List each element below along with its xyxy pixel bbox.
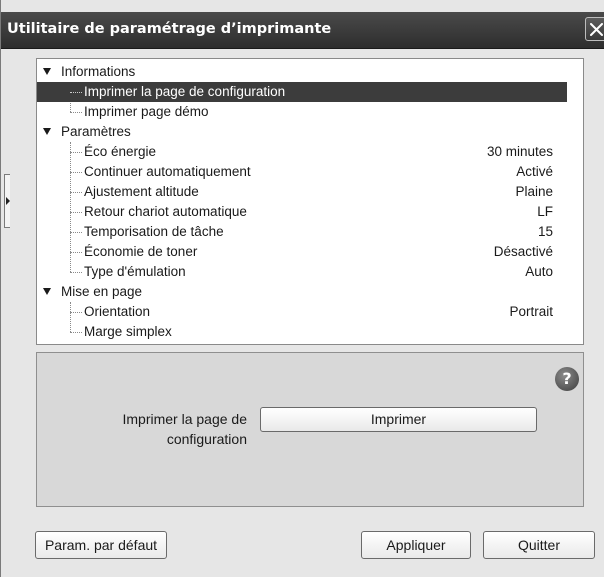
tree-connector: [70, 312, 82, 313]
tree-item[interactable]: Imprimer la page de configuration: [37, 82, 567, 102]
help-icon[interactable]: ?: [555, 367, 579, 391]
window-title: Utilitaire de paramétrage d’imprimante: [7, 21, 332, 37]
tree-connector: [70, 112, 82, 113]
tree-item[interactable]: Temporisation de tâche 15: [37, 222, 567, 242]
tree-connector: [70, 232, 82, 233]
tree-item-value: Portrait: [509, 304, 553, 319]
tree-connector: [70, 172, 82, 173]
panel-collapse-handle[interactable]: [4, 174, 10, 228]
settings-tree: Informations Imprimer la page de configur…: [36, 58, 584, 345]
tree-item[interactable]: Marge simplex: [37, 322, 567, 342]
print-button[interactable]: Imprimer: [260, 407, 537, 432]
close-icon: [590, 23, 603, 36]
tree-category-label: Mise en page: [61, 284, 143, 299]
tree-item-value: 15: [537, 224, 553, 239]
tree-connector: [70, 332, 82, 333]
tree-item-value: 30 minutes: [486, 144, 553, 159]
tree-item-label: Économie de toner: [84, 244, 198, 259]
expand-arrow-icon[interactable]: [43, 68, 51, 75]
tree-connector: [70, 92, 82, 93]
quit-button[interactable]: Quitter: [483, 531, 595, 559]
tree-connector: [70, 152, 82, 153]
tree-category-label: Informations: [61, 64, 136, 79]
tree-item[interactable]: Continuer automatiquement Activé: [37, 162, 567, 182]
tree-item-label: Imprimer page démo: [84, 104, 209, 119]
tree-item[interactable]: Ajustement altitude Plaine: [37, 182, 567, 202]
action-label: Imprimer la page de configuration: [122, 411, 247, 447]
tree-connector: [70, 252, 82, 253]
tree-category[interactable]: Paramètres: [37, 122, 567, 142]
tree-item[interactable]: Retour chariot automatique LF: [37, 202, 567, 222]
tree-category[interactable]: Mise en page: [37, 282, 567, 302]
tree-connector: [70, 272, 82, 273]
default-settings-button[interactable]: Param. par défaut: [35, 531, 167, 559]
tree-item-label: Temporisation de tâche: [84, 224, 224, 239]
tree-category[interactable]: Informations: [37, 62, 567, 82]
tree-item-label: Orientation: [84, 304, 151, 319]
tree-connector: [70, 192, 82, 193]
tree-connector: [70, 212, 82, 213]
tree-item[interactable]: Imprimer page démo: [37, 102, 567, 122]
tree-list: Informations Imprimer la page de configur…: [37, 59, 567, 344]
tree-item-label: Imprimer la page de configuration: [84, 84, 286, 99]
tree-item-value: Auto: [525, 264, 553, 279]
close-button[interactable]: [585, 17, 604, 41]
tree-item-label: Ajustement altitude: [84, 184, 199, 199]
title-bar: Utilitaire de paramétrage d’imprimante: [1, 12, 604, 49]
tree-item-label: Marge simplex: [84, 324, 172, 339]
tree-item-value: Désactivé: [493, 244, 553, 259]
tree-item[interactable]: Orientation Portrait: [37, 302, 567, 322]
tree-item-value: Plaine: [515, 184, 553, 199]
tree-category-label: Paramètres: [61, 124, 131, 139]
expand-arrow-icon[interactable]: [43, 288, 51, 295]
tree-item[interactable]: Économie de toner Désactivé: [37, 242, 567, 262]
tree-item-value: LF: [537, 204, 553, 219]
tree-item-label: Éco énergie: [84, 144, 157, 159]
detail-panel: ? Imprimer la page de configuration Impr…: [36, 352, 584, 507]
tree-item-label: Type d'émulation: [84, 264, 186, 279]
tree-item-label: Continuer automatiquement: [84, 164, 251, 179]
tree-item[interactable]: Type d'émulation Auto: [37, 262, 567, 282]
apply-button[interactable]: Appliquer: [361, 531, 471, 559]
tree-item-value: Activé: [516, 164, 553, 179]
tree-item-label: Retour chariot automatique: [84, 204, 247, 219]
triangle-right-icon: [6, 197, 10, 205]
tree-item[interactable]: Éco énergie 30 minutes: [37, 142, 567, 162]
expand-arrow-icon[interactable]: [43, 128, 51, 135]
printer-settings-window: Utilitaire de paramétrage d’imprimante I…: [0, 0, 604, 577]
